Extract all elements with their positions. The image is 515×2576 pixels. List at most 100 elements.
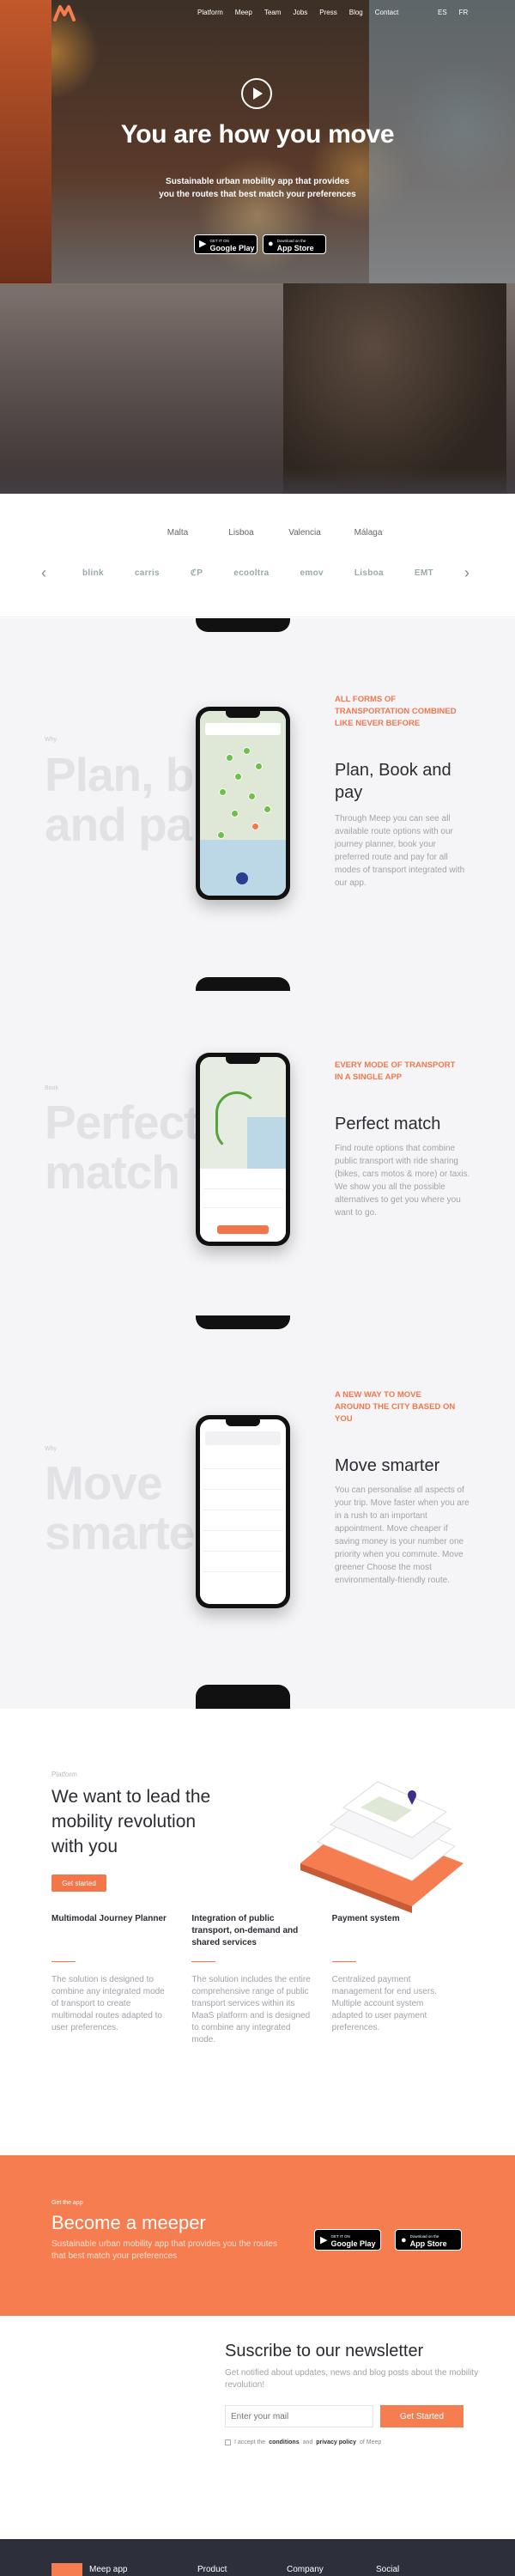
phone-mockup-route [196,1053,290,1246]
nav-item-press[interactable]: Press [319,9,336,16]
map-station [219,788,227,796]
app-store-badge[interactable]: ● Download on the App Store [395,2229,462,2251]
consent-row: I accept the conditions and privacy poli… [225,2439,381,2445]
google-play-icon: ▶ [320,2235,328,2245]
title-line: mobility revolution [52,1812,197,1832]
chevron-left-icon[interactable]: ‹ [41,564,52,582]
route-option-row [203,1493,282,1510]
footer-logo-text: Meep app [89,2565,128,2574]
subscribe-button[interactable]: Get Started [380,2405,464,2427]
feature-title: Move smarter [335,1455,481,1477]
ghost-line: smarte [45,1506,195,1559]
location-button [236,872,248,884]
consent-text: I accept the [234,2439,266,2445]
feature-ghost-text: Perfect match [45,1096,199,1197]
google-badge-label: Google Play [330,2239,376,2248]
route-option-row [203,1473,282,1490]
kicker-line: A new way to move [335,1390,421,1400]
google-play-badge[interactable]: ▶ GET IT ON Google Play [314,2229,381,2251]
column-rule [52,1961,76,1962]
city-malaga[interactable]: Málaga [336,528,400,538]
phone-mockup-list [196,1415,290,1608]
newsletter-description: Get notified about updates, news and blo… [225,2368,479,2390]
feature-body: Find route options that combine public t… [335,1144,470,1218]
footer-logo[interactable] [52,2563,82,2576]
phone-stub [196,618,290,632]
column-body: The solution includes the entire compreh… [191,1975,311,2044]
chevron-right-icon[interactable]: › [464,564,475,582]
phone-notch [226,1057,260,1064]
hero-subtitle-line1: Sustainable urban mobility app that prov… [166,177,349,186]
ghost-line: Perfect [45,1096,199,1149]
feature-title: Perfect match [335,1113,481,1135]
hero-title: You are how you move [120,120,395,149]
platform-tag: Platform [52,1771,77,1778]
feature-ghost-tag: Why [45,737,57,743]
hero-store-badges: ▶ GET IT ON Google Play ● Download on the… [194,234,326,254]
column-rule [191,1961,216,1962]
apple-badge-label: App Store [276,243,314,252]
get-started-button[interactable]: Get started [52,1874,106,1892]
title-line: We want to lead the [52,1787,211,1807]
city-malta[interactable]: Malta [146,528,209,538]
kicker-line: Every mode of transport [335,1060,456,1070]
map-station [243,747,251,755]
route-screen [200,1057,286,1242]
cta-body: Sustainable urban mobility app that prov… [52,2239,277,2261]
google-play-badge[interactable]: ▶ GET IT ON Google Play [194,234,258,254]
route-book-button [217,1225,269,1234]
feature-body: Through Meep you can see all available r… [335,814,465,888]
city-valencia[interactable]: Valencia [273,528,336,538]
nav-item-meep[interactable]: Meep [235,9,252,16]
map-station [255,762,263,770]
hero-subtitle: Sustainable urban mobility app that prov… [129,175,386,201]
privacy-policy-link[interactable]: privacy policy [316,2439,356,2445]
footer-col-product: Product [197,2565,227,2574]
hero-subtitle-line2: you the routes that best match your pref… [159,190,356,199]
city-lisboa[interactable]: Lisboa [209,528,273,538]
phone-stub [196,1315,290,1329]
city-list: Malta Lisboa Valencia Málaga [146,528,400,538]
lang-es[interactable]: ES [438,9,447,16]
cta-title: Become a meeper [52,2212,206,2233]
feature-body: You can personalise all aspects of your … [335,1485,470,1585]
meep-logo[interactable] [53,4,76,21]
route-row [203,1172,282,1189]
lang-fr[interactable]: FR [459,9,469,16]
nav-item-team[interactable]: Team [264,9,282,16]
phone-notch [226,711,260,718]
title-line: Plan, Book and [335,761,451,780]
partner-logo-cp: ℭP [190,568,203,578]
map-station [226,754,233,762]
column-title: Multimodal Journey Planner [52,1914,167,1923]
phone-screen [200,1419,286,1604]
feature-ghost-text: Move smarte [45,1458,195,1559]
platform-columns: Multimodal Journey Planner The solution … [52,1913,472,2046]
map-station [248,793,256,800]
cta-kicker: Get the app [52,2200,83,2206]
consent-checkbox[interactable] [225,2439,231,2445]
route-search-header [205,1431,281,1445]
nav-item-jobs[interactable]: Jobs [293,9,307,16]
play-video-button[interactable] [241,78,272,109]
footer-col-social: Social [376,2565,400,2574]
feature-kicker: A new way to move around the city based … [335,1389,472,1425]
nav-item-platform[interactable]: Platform [197,9,223,16]
kicker-line: All forms of [335,695,397,704]
phone-screen [200,711,286,896]
email-input[interactable] [225,2405,373,2427]
feature-ghost-tag: Book [45,1085,58,1091]
footer: Meep app Product Company Social [0,2539,515,2576]
nav-item-blog[interactable]: Blog [349,9,363,16]
app-store-badge[interactable]: ● Download on the App Store [263,234,326,254]
column-title: Integration of public transport, on-dema… [191,1914,299,1947]
map-station [231,810,239,817]
cta-store-badges: ▶ GET IT ON Google Play ● Download on the… [314,2229,462,2251]
conditions-link[interactable]: conditions [269,2439,299,2445]
title-line: Move smarter [335,1456,440,1475]
main-menu: Platform Meep Team Jobs Press Blog Conta… [197,9,398,16]
nav-item-contact[interactable]: Contact [375,9,399,16]
platform-title: We want to lead the mobility revolution … [52,1784,249,1859]
column-body: The solution is designed to combine any … [52,1975,165,2032]
cities-section: Malta Lisboa Valencia Málaga ‹ blink car… [0,494,515,618]
